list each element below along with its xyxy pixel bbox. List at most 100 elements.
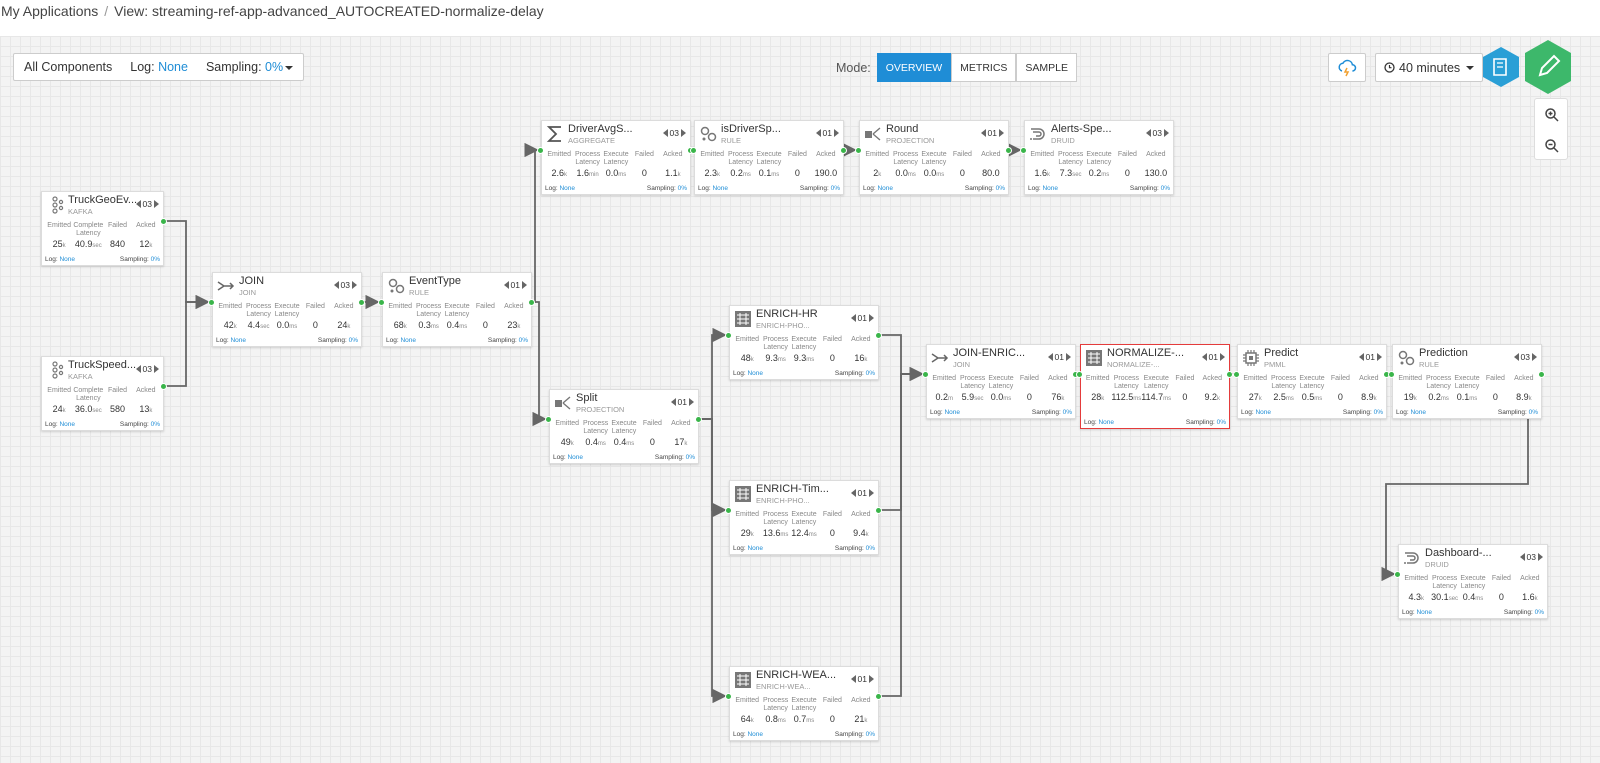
output-port[interactable] — [875, 693, 882, 700]
increase-parallelism-icon[interactable] — [1538, 553, 1543, 561]
output-port[interactable] — [875, 507, 882, 514]
decrease-parallelism-icon[interactable] — [850, 489, 856, 497]
increase-parallelism-icon[interactable] — [1377, 353, 1382, 361]
zoom-out-button[interactable] — [1535, 130, 1569, 161]
decrease-parallelism-icon[interactable] — [1047, 353, 1053, 361]
node-sampling[interactable]: Sampling: 0% — [1343, 409, 1383, 416]
increase-parallelism-icon[interactable] — [834, 129, 839, 137]
node-log[interactable]: Log: None — [216, 337, 246, 344]
input-port[interactable] — [725, 332, 732, 339]
decrease-parallelism-icon[interactable] — [333, 281, 339, 289]
node-sampling[interactable]: Sampling: 0% — [965, 185, 1005, 192]
decrease-parallelism-icon[interactable] — [503, 281, 509, 289]
node-log[interactable]: Log: None — [545, 185, 575, 192]
decrease-parallelism-icon[interactable] — [850, 314, 856, 322]
node-sampling[interactable]: Sampling: 0% — [1186, 419, 1226, 426]
output-port[interactable] — [160, 383, 167, 390]
decrease-parallelism-icon[interactable] — [1513, 353, 1519, 361]
output-port[interactable] — [160, 218, 167, 225]
storm-view-button[interactable] — [1328, 53, 1366, 82]
input-port[interactable] — [545, 416, 552, 423]
node-sampling[interactable]: Sampling: 0% — [1130, 185, 1170, 192]
increase-parallelism-icon[interactable] — [1220, 353, 1225, 361]
increase-parallelism-icon[interactable] — [154, 200, 159, 208]
node-sampling[interactable]: Sampling: 0% — [835, 545, 875, 552]
node-sampling[interactable]: Sampling: 0% — [488, 337, 528, 344]
node-enrichhr[interactable]: ENRICH-HR ENRICH-PHO... 01 Emitted 48k Proces… — [729, 305, 879, 380]
input-port[interactable] — [725, 693, 732, 700]
decrease-parallelism-icon[interactable] — [135, 200, 141, 208]
output-port[interactable] — [1226, 371, 1233, 378]
node-log[interactable]: Log: None — [930, 409, 960, 416]
log-filter[interactable]: Log: None — [130, 60, 188, 74]
components-dropdown[interactable]: All Components — [24, 60, 112, 74]
node-log[interactable]: Log: None — [1241, 409, 1271, 416]
decrease-parallelism-icon[interactable] — [850, 675, 856, 683]
node-sampling[interactable]: Sampling: 0% — [835, 370, 875, 377]
node-log[interactable]: Log: None — [386, 337, 416, 344]
node-log[interactable]: Log: None — [45, 421, 75, 428]
increase-parallelism-icon[interactable] — [522, 281, 527, 289]
output-port[interactable] — [840, 147, 847, 154]
node-dashboard[interactable]: Dashboard-... DRUID 03 Emitted 4.3k Process L… — [1398, 544, 1548, 619]
sampling-filter[interactable]: Sampling: 0% — [206, 60, 294, 74]
breadcrumb-root-link[interactable]: My Applications — [1, 3, 98, 36]
decrease-parallelism-icon[interactable] — [1358, 353, 1364, 361]
increase-parallelism-icon[interactable] — [689, 398, 694, 406]
input-port[interactable] — [690, 147, 697, 154]
node-log[interactable]: Log: None — [1028, 185, 1058, 192]
increase-parallelism-icon[interactable] — [1066, 353, 1071, 361]
node-enrichtim[interactable]: ENRICH-Tim... ENRICH-PHO... 01 Emitted 29k Pr… — [729, 480, 879, 555]
node-log[interactable]: Log: None — [698, 185, 728, 192]
node-sampling[interactable]: Sampling: 0% — [655, 454, 695, 461]
node-log[interactable]: Log: None — [733, 545, 763, 552]
node-sampling[interactable]: Sampling: 0% — [1032, 409, 1072, 416]
node-predict[interactable]: Predict PMML 01 Emitted 27k Process Latency 2.… — [1237, 344, 1387, 419]
node-enrichwea[interactable]: ENRICH-WEA... ENRICH-WEA... 01 Emitted 64k Pr… — [729, 666, 879, 741]
node-truckspeed[interactable]: TruckSpeed... KAFKA 03 Emitted 24k Complete L… — [41, 356, 164, 431]
node-prediction[interactable]: Prediction RULE 03 Emitted 19k Process Latenc… — [1392, 344, 1542, 419]
input-port[interactable] — [1388, 371, 1395, 378]
increase-parallelism-icon[interactable] — [869, 675, 874, 683]
input-port[interactable] — [1233, 371, 1240, 378]
decrease-parallelism-icon[interactable] — [1519, 553, 1525, 561]
docs-button[interactable] — [1482, 46, 1520, 88]
output-port[interactable] — [695, 416, 702, 423]
input-port[interactable] — [855, 147, 862, 154]
input-port[interactable] — [1020, 147, 1027, 154]
increase-parallelism-icon[interactable] — [681, 129, 686, 137]
increase-parallelism-icon[interactable] — [1164, 129, 1169, 137]
increase-parallelism-icon[interactable] — [1532, 353, 1537, 361]
node-log[interactable]: Log: None — [733, 370, 763, 377]
output-port[interactable] — [528, 299, 535, 306]
input-port[interactable] — [1394, 571, 1401, 578]
node-eventtype[interactable]: EventType RULE 01 Emitted 68k Process Latency… — [382, 272, 532, 347]
increase-parallelism-icon[interactable] — [869, 489, 874, 497]
node-joinenric[interactable]: JOIN-ENRIC... JOIN 01 Emitted 0.2m Process La… — [926, 344, 1076, 419]
node-sampling[interactable]: Sampling: 0% — [120, 421, 160, 428]
node-sampling[interactable]: Sampling: 0% — [647, 185, 687, 192]
node-log[interactable]: Log: None — [1402, 609, 1432, 616]
mode-metrics-button[interactable]: METRICS — [951, 53, 1017, 82]
input-port[interactable] — [208, 299, 215, 306]
output-port[interactable] — [875, 332, 882, 339]
time-range-dropdown[interactable]: 40 minutes — [1375, 53, 1484, 82]
input-port[interactable] — [922, 371, 929, 378]
input-port[interactable] — [1076, 371, 1083, 378]
node-log[interactable]: Log: None — [553, 454, 583, 461]
mode-sample-button[interactable]: SAMPLE — [1016, 53, 1078, 82]
node-sampling[interactable]: Sampling: 0% — [1504, 609, 1544, 616]
node-driveravg[interactable]: DriverAvgS... AGGREGATE 03 Emitted 2.6k Proce… — [541, 120, 691, 195]
node-sampling[interactable]: Sampling: 0% — [120, 256, 160, 263]
decrease-parallelism-icon[interactable] — [980, 129, 986, 137]
output-port[interactable] — [1538, 371, 1545, 378]
node-sampling[interactable]: Sampling: 0% — [835, 731, 875, 738]
input-port[interactable] — [537, 147, 544, 154]
decrease-parallelism-icon[interactable] — [1201, 353, 1207, 361]
decrease-parallelism-icon[interactable] — [670, 398, 676, 406]
node-log[interactable]: Log: None — [733, 731, 763, 738]
node-sampling[interactable]: Sampling: 0% — [318, 337, 358, 344]
node-isdriver[interactable]: isDriverSp... RULE 01 Emitted 2.3k Process La… — [694, 120, 844, 195]
decrease-parallelism-icon[interactable] — [1145, 129, 1151, 137]
output-port[interactable] — [358, 299, 365, 306]
